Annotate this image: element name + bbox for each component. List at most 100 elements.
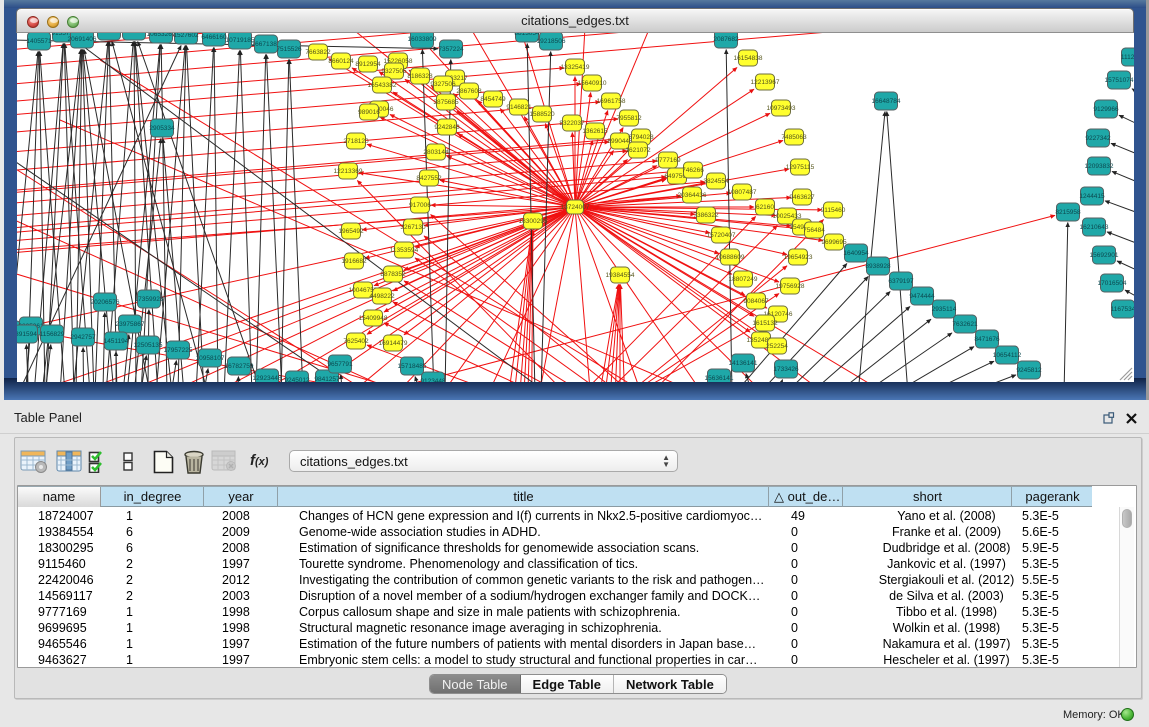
svg-text:917006: 917006 [409, 202, 431, 209]
svg-text:1965492: 1965492 [338, 228, 364, 235]
svg-text:15751074: 15751074 [1105, 77, 1134, 84]
svg-text:16154838: 16154838 [734, 55, 763, 62]
svg-text:19218506: 19218506 [537, 38, 566, 45]
svg-text:9657791: 9657791 [327, 361, 353, 368]
svg-text:15636141: 15636141 [705, 375, 734, 382]
svg-text:16543382: 16543382 [368, 82, 397, 89]
svg-text:10973493: 10973493 [767, 105, 796, 112]
svg-text:8215958: 8215958 [1055, 209, 1081, 216]
svg-text:16648784: 16648784 [872, 98, 901, 105]
svg-text:2803144: 2803144 [423, 149, 449, 156]
svg-text:9123448: 9123448 [420, 378, 446, 382]
svg-text:12923448: 12923448 [253, 375, 282, 382]
svg-text:12975115: 12975115 [786, 164, 815, 171]
svg-text:1244415: 1244415 [1079, 193, 1105, 200]
svg-text:9777169: 9777169 [655, 157, 681, 164]
svg-text:9327506: 9327506 [430, 81, 456, 88]
svg-text:9115460: 9115460 [821, 207, 846, 214]
svg-text:1588520: 1588520 [529, 111, 555, 118]
svg-text:1986327: 1986327 [96, 33, 122, 35]
svg-text:8454749: 8454749 [480, 96, 506, 103]
svg-text:7485063: 7485063 [781, 134, 807, 141]
svg-text:9245812: 9245812 [1016, 367, 1042, 374]
svg-text:8660124: 8660124 [328, 58, 354, 65]
svg-text:16961758: 16961758 [597, 98, 626, 105]
svg-text:2867608: 2867608 [456, 88, 482, 95]
svg-text:7632621: 7632621 [952, 321, 978, 328]
svg-text:252254: 252254 [766, 343, 788, 350]
svg-text:1615132: 1615132 [752, 320, 778, 327]
svg-text:1362615: 1362615 [582, 128, 608, 135]
svg-text:1621072: 1621072 [625, 147, 651, 154]
svg-text:8186328: 8186328 [407, 73, 433, 80]
svg-text:8471676: 8471676 [974, 336, 1000, 343]
svg-text:8322037: 8322037 [559, 120, 585, 127]
svg-text:3267130: 3267130 [400, 224, 426, 231]
svg-text:1527602: 1527602 [173, 33, 199, 39]
svg-text:4498222: 4498222 [369, 293, 395, 300]
svg-text:17957225: 17957225 [164, 347, 193, 354]
svg-text:2718120: 2718120 [343, 138, 369, 145]
svg-text:17016504: 17016504 [1098, 280, 1127, 287]
svg-text:9129966: 9129966 [1093, 106, 1119, 113]
svg-text:391594: 391594 [17, 331, 37, 338]
svg-text:10688609: 10688609 [716, 254, 745, 261]
svg-text:2942757: 2942757 [70, 334, 96, 341]
svg-text:10654112: 10654112 [993, 352, 1022, 359]
svg-text:9227342: 9227342 [1085, 135, 1111, 142]
svg-text:9699695: 9699695 [821, 239, 847, 246]
svg-text:15692901: 15692901 [1090, 252, 1119, 259]
svg-text:7625402: 7625402 [343, 338, 369, 345]
svg-text:6794028: 6794028 [628, 134, 654, 141]
svg-text:2087682: 2087682 [713, 36, 739, 43]
svg-text:20364436: 20364436 [678, 192, 707, 199]
svg-text:10653267: 10653267 [147, 33, 176, 38]
svg-text:2905334: 2905334 [149, 125, 175, 132]
svg-text:9245012: 9245012 [284, 377, 310, 382]
svg-text:1733426: 1733426 [773, 366, 799, 373]
svg-text:18724007: 18724007 [561, 204, 590, 211]
svg-text:1640954: 1640954 [843, 250, 869, 257]
svg-text:15718485: 15718485 [398, 363, 427, 370]
svg-text:1112843: 1112843 [1121, 54, 1134, 61]
svg-text:19654923: 19654923 [784, 254, 813, 261]
svg-text:15640910: 15640910 [578, 80, 607, 87]
svg-text:746266: 746266 [682, 167, 704, 174]
svg-text:1451194: 1451194 [104, 338, 129, 345]
svg-text:13325419: 13325419 [561, 64, 590, 71]
svg-text:7357224: 7357224 [438, 46, 464, 53]
svg-text:1916682: 1916682 [341, 258, 367, 265]
svg-text:9553281: 9553281 [121, 33, 147, 35]
svg-text:12213369: 12213369 [334, 168, 363, 175]
svg-text:15409948: 15409948 [359, 315, 388, 322]
svg-text:9084067: 9084067 [743, 298, 769, 305]
svg-text:9146821: 9146821 [506, 104, 532, 111]
svg-text:16033809: 16033809 [408, 36, 437, 43]
svg-text:10958107: 10958107 [196, 355, 225, 362]
svg-text:9841257: 9841257 [314, 376, 340, 382]
svg-text:17359928: 17359928 [135, 296, 164, 303]
svg-text:2935114: 2935114 [932, 306, 957, 313]
svg-text:7955812: 7955812 [616, 115, 642, 122]
svg-text:18807249: 18807249 [729, 276, 758, 283]
svg-text:9242848: 9242848 [434, 124, 460, 131]
svg-text:8912954: 8912954 [355, 61, 381, 68]
svg-text:19384554: 19384554 [606, 272, 635, 279]
svg-text:3824554: 3824554 [703, 178, 729, 185]
svg-text:6466160: 6466160 [201, 34, 227, 41]
svg-text:12093832: 12093832 [1085, 163, 1114, 170]
svg-text:8878352: 8878352 [380, 271, 406, 278]
svg-text:16914479: 16914479 [379, 340, 408, 347]
svg-text:8938928: 8938928 [865, 263, 891, 270]
svg-text:16782759: 16782759 [225, 363, 254, 370]
svg-text:9327505: 9327505 [381, 68, 407, 75]
svg-text:6379197: 6379197 [888, 278, 914, 285]
svg-text:11353594: 11353594 [390, 247, 419, 254]
svg-text:1156829: 1156829 [40, 331, 65, 338]
svg-text:9463627: 9463627 [789, 194, 815, 201]
svg-text:14136141: 14136141 [729, 360, 758, 367]
svg-text:12505135: 12505135 [134, 342, 163, 349]
svg-text:12213967: 12213967 [751, 79, 780, 86]
svg-text:8427552: 8427552 [416, 175, 442, 182]
svg-text:15720407: 15720407 [707, 232, 736, 239]
